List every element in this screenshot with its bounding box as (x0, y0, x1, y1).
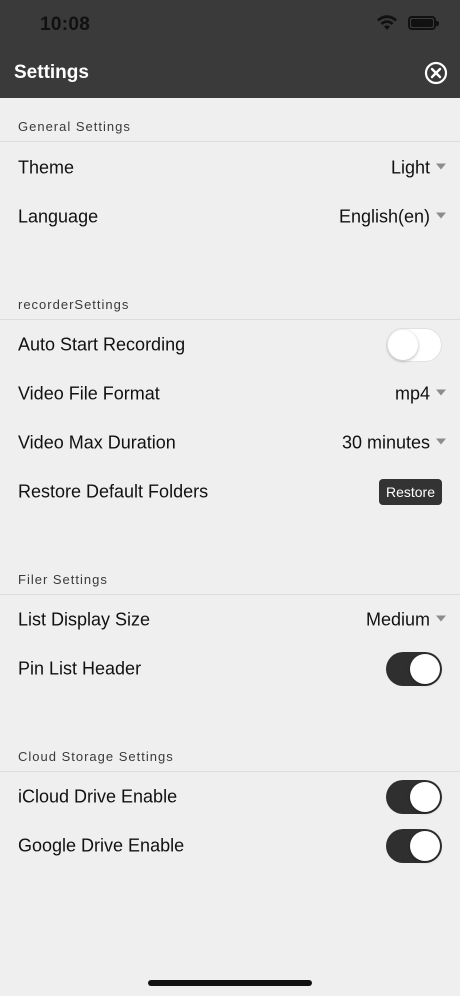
theme-label: Theme (18, 157, 75, 177)
section-header-filer: Filer Settings (0, 551, 460, 595)
video-format-label: Video File Format (18, 383, 160, 403)
home-indicator (148, 980, 312, 986)
toggle-knob (410, 830, 440, 861)
list-size-dropdown[interactable]: Medium (366, 609, 446, 630)
icloud-toggle[interactable] (386, 779, 442, 814)
pin-header-toggle[interactable] (386, 651, 442, 686)
auto-start-toggle[interactable] (386, 327, 442, 362)
caret-down-icon (436, 615, 446, 622)
language-label: Language (18, 206, 99, 226)
gdrive-toggle[interactable] (386, 828, 442, 863)
section-header-general: General Settings (0, 98, 460, 142)
video-format-dropdown[interactable]: mp4 (395, 383, 446, 404)
restore-folders-label: Restore Default Folders (18, 481, 209, 501)
wifi-icon (377, 15, 397, 30)
max-duration-label: Video Max Duration (18, 432, 176, 452)
caret-down-icon (436, 212, 446, 219)
status-time: 10:08 (40, 14, 91, 35)
restore-button[interactable]: Restore (378, 478, 442, 505)
row-list-size: List Display Size Medium (0, 595, 460, 644)
row-gdrive: Google Drive Enable (0, 821, 460, 870)
status-icons (376, 14, 439, 32)
pin-header-label: Pin List Header (18, 658, 142, 678)
row-language: Language English(en) (0, 192, 460, 241)
row-restore-folders: Restore Default Folders Restore (0, 467, 460, 516)
battery-icon (408, 16, 439, 30)
list-size-label: List Display Size (18, 609, 151, 629)
close-icon[interactable] (424, 61, 448, 85)
max-duration-dropdown[interactable]: 30 minutes (342, 432, 446, 453)
language-value: English(en) (338, 206, 430, 226)
row-pin-header: Pin List Header (0, 644, 460, 693)
toggle-knob (410, 781, 440, 812)
toggle-knob (388, 329, 418, 360)
list-size-value: Medium (365, 609, 430, 629)
max-duration-value: 30 minutes (341, 432, 430, 452)
video-format-value: mp4 (394, 383, 430, 403)
icloud-label: iCloud Drive Enable (18, 786, 178, 806)
row-video-format: Video File Format mp4 (0, 369, 460, 418)
row-auto-start: Auto Start Recording (0, 320, 460, 369)
language-dropdown[interactable]: English(en) (339, 206, 446, 227)
section-header-recorder: recorderSettings (0, 276, 460, 320)
row-icloud: iCloud Drive Enable (0, 772, 460, 821)
gdrive-label: Google Drive Enable (18, 835, 185, 855)
caret-down-icon (436, 163, 446, 170)
theme-value: Light (390, 157, 430, 177)
row-max-duration: Video Max Duration 30 minutes (0, 418, 460, 467)
section-header-cloud: Cloud Storage Settings (0, 728, 460, 772)
auto-start-label: Auto Start Recording (18, 334, 186, 354)
caret-down-icon (436, 389, 446, 396)
toggle-knob (410, 653, 440, 684)
theme-dropdown[interactable]: Light (391, 157, 446, 178)
top-bar: 10:08 Settings (0, 0, 460, 98)
row-theme: Theme Light (0, 143, 460, 192)
page-title: Settings (14, 62, 89, 83)
caret-down-icon (436, 438, 446, 445)
